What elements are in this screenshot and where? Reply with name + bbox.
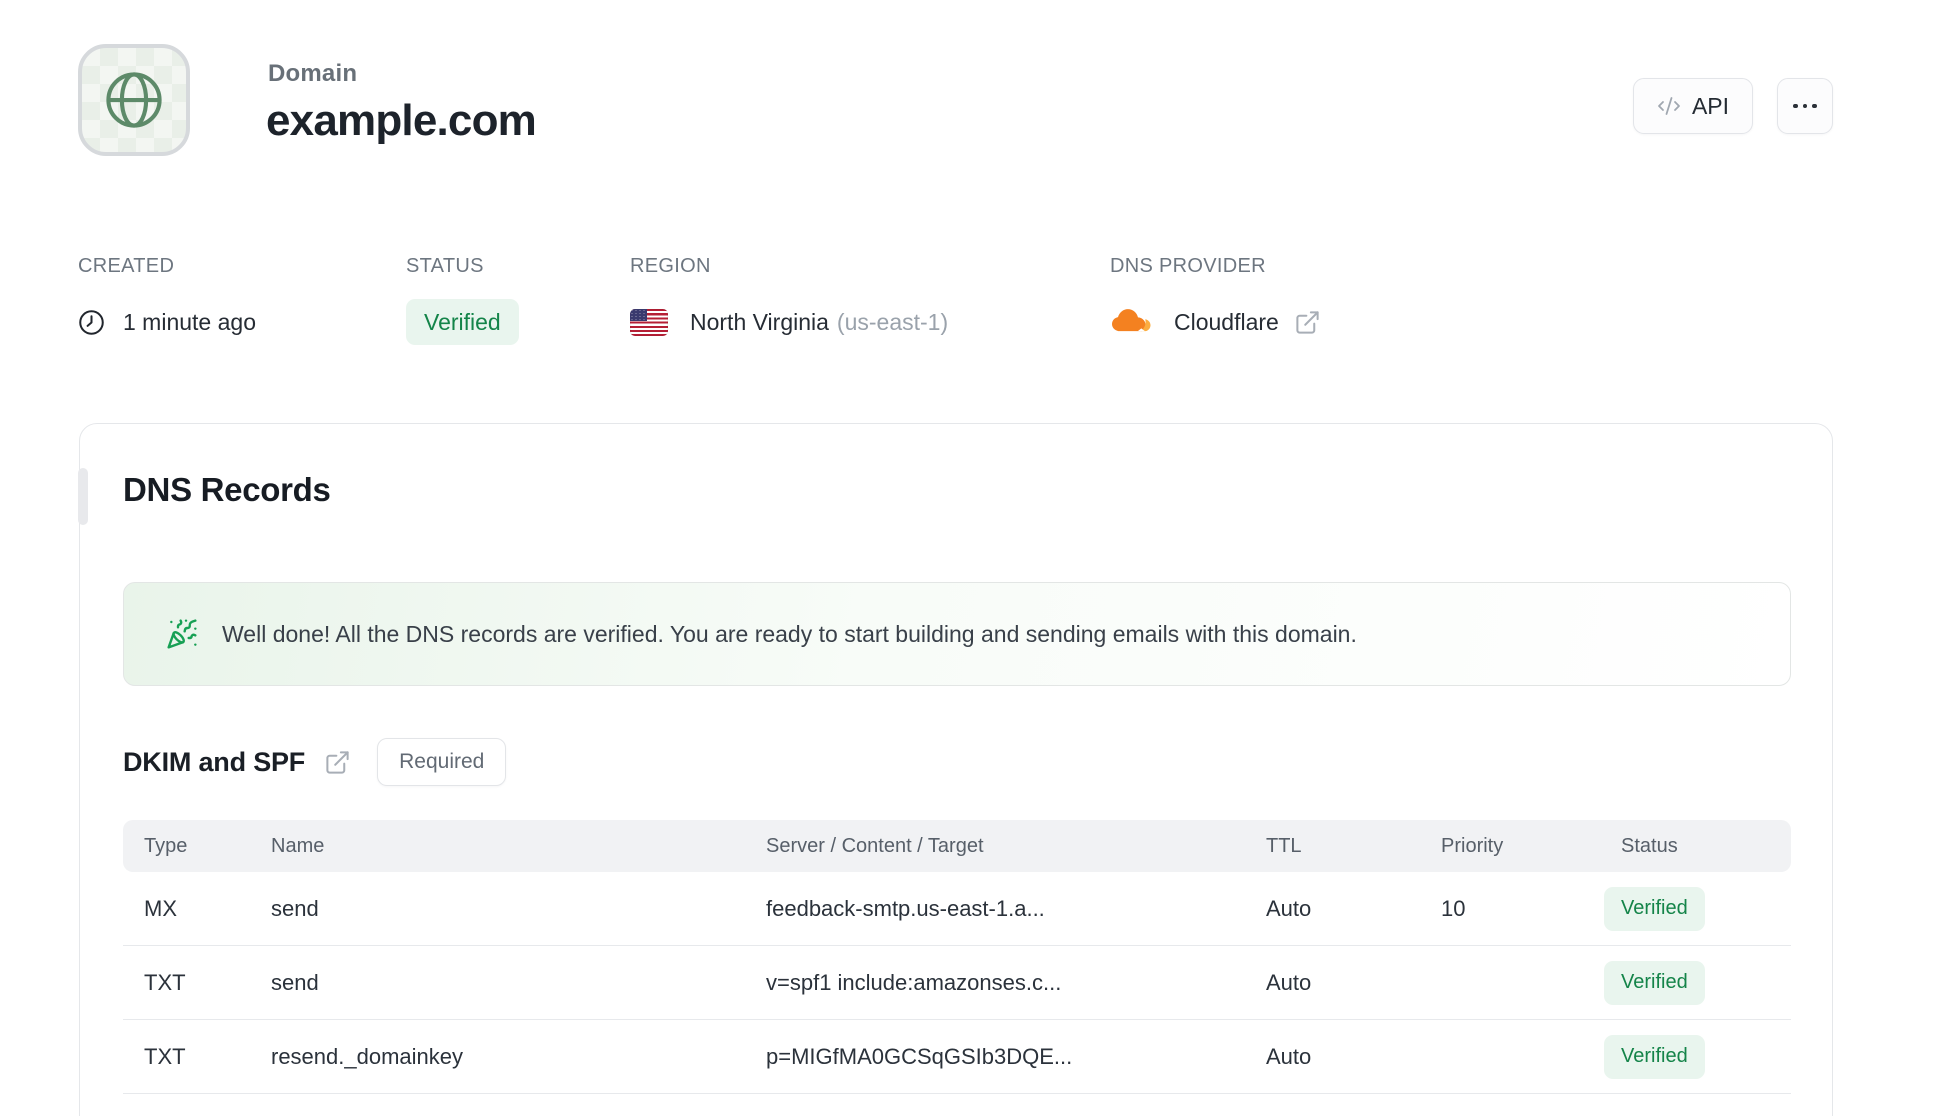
- record-name: send: [271, 895, 319, 921]
- record-priority: 10: [1441, 895, 1466, 921]
- record-ttl: Auto: [1266, 895, 1312, 921]
- status-badge: Verified: [406, 299, 519, 345]
- column-header-name: Name: [271, 834, 325, 857]
- column-header-ttl: TTL: [1266, 834, 1302, 857]
- domain-avatar: [78, 44, 190, 156]
- ellipsis-icon: [1793, 103, 1817, 109]
- created-value: 1 minute ago: [123, 308, 256, 335]
- api-button[interactable]: API: [1633, 78, 1753, 134]
- record-status-badge: Verified: [1604, 960, 1705, 1005]
- api-button-label: API: [1691, 92, 1730, 119]
- success-message: Well done! All the DNS records are verif…: [222, 620, 1357, 647]
- region-value: North Virginia: [690, 308, 829, 335]
- record-status-badge: Verified: [1604, 886, 1705, 931]
- record-status-badge: Verified: [1604, 1034, 1705, 1079]
- table-header-row: Type Name Server / Content / Target TTL …: [123, 820, 1791, 872]
- column-header-priority: Priority: [1441, 834, 1504, 857]
- cloudflare-icon: [1112, 309, 1151, 332]
- record-name: resend._domainkey: [271, 1043, 464, 1069]
- success-banner: Well done! All the DNS records are verif…: [123, 582, 1791, 686]
- column-header-content: Server / Content / Target: [766, 834, 984, 857]
- meta-status: STATUS Verified: [406, 255, 519, 345]
- dns-provider-label: DNS PROVIDER: [1110, 255, 1266, 277]
- globe-icon: [106, 72, 162, 128]
- code-icon: [1658, 97, 1680, 115]
- external-link-icon[interactable]: [324, 749, 351, 776]
- column-header-type: Type: [144, 834, 188, 857]
- us-flag-icon: [630, 308, 668, 336]
- dns-records-card: DNS Records Well done! All the DNS recor…: [78, 423, 1833, 1116]
- status-label: STATUS: [406, 255, 484, 277]
- page-title: example.com: [266, 96, 537, 145]
- required-badge: Required: [377, 738, 507, 786]
- dns-records-title: DNS Records: [123, 471, 331, 508]
- record-content: feedback-smtp.us-east-1.a...: [766, 895, 1045, 921]
- dkim-spf-section-header: DKIM and SPF Required: [123, 738, 1789, 786]
- meta-created: CREATED 1 minute ago: [78, 255, 256, 345]
- table-row: TXT resend._domainkey p=MIGfMA0GCSqGSIb3…: [123, 1020, 1791, 1094]
- region-code: (us-east-1): [836, 308, 949, 335]
- dkim-spf-title: DKIM and SPF: [123, 746, 306, 777]
- record-content: p=MIGfMA0GCSqGSIb3DQE...: [766, 1043, 1073, 1069]
- record-ttl: Auto: [1266, 969, 1312, 995]
- table-row: TXT send v=spf1 include:amazonses.c... A…: [123, 946, 1791, 1020]
- record-ttl: Auto: [1266, 1043, 1312, 1069]
- record-type: MX: [144, 895, 177, 921]
- column-header-status: Status: [1621, 834, 1678, 857]
- record-content: v=spf1 include:amazonses.c...: [766, 969, 1062, 995]
- dns-provider-value: Cloudflare: [1174, 308, 1279, 335]
- record-type: TXT: [144, 969, 186, 995]
- domain-eyebrow-label: Domain: [268, 60, 358, 87]
- external-link-icon[interactable]: [1294, 309, 1321, 336]
- created-label: CREATED: [78, 255, 175, 277]
- more-menu-button[interactable]: [1777, 78, 1833, 134]
- record-type: TXT: [144, 1043, 186, 1069]
- meta-region: REGION North Virginia (us-east-1): [630, 255, 948, 345]
- record-name: send: [271, 969, 319, 995]
- section-indicator: [78, 468, 88, 525]
- dns-records-table: Type Name Server / Content / Target TTL …: [123, 820, 1791, 1094]
- party-popper-icon: [167, 619, 197, 649]
- table-row: MX send feedback-smtp.us-east-1.a... Aut…: [123, 872, 1791, 946]
- region-label: REGION: [630, 255, 711, 277]
- clock-icon: [79, 309, 104, 335]
- meta-dns-provider: DNS PROVIDER Cloudflare: [1110, 255, 1321, 345]
